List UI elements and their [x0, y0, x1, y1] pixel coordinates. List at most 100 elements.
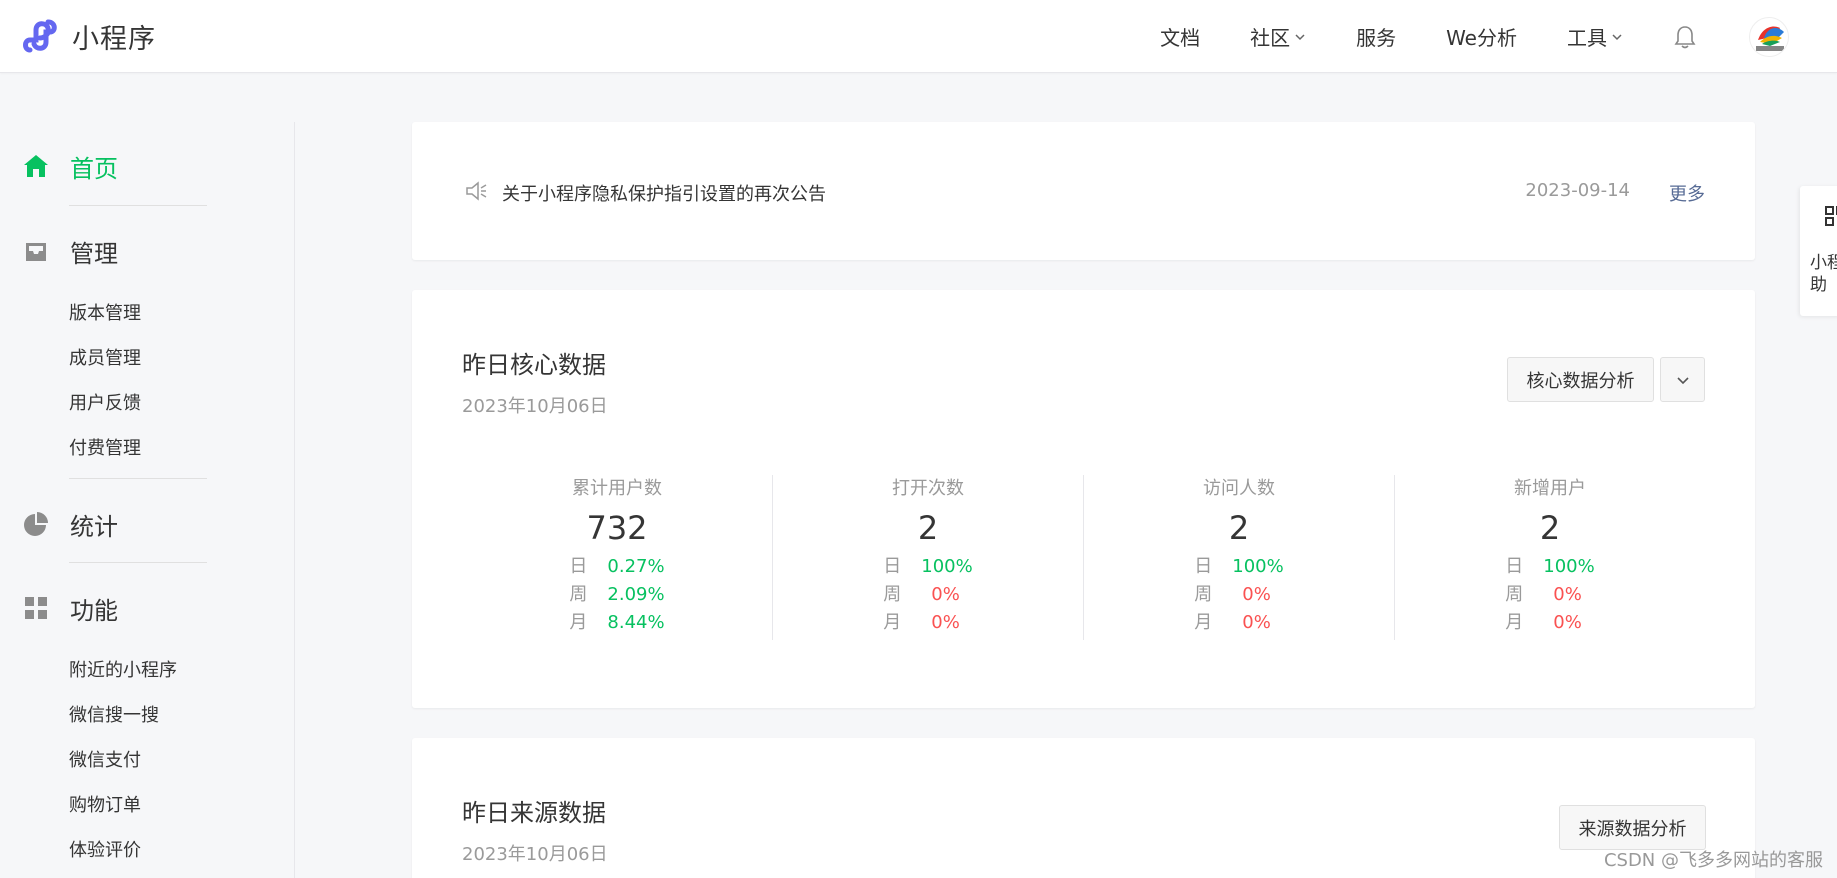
nav-we-analysis-label: We分析	[1446, 26, 1517, 50]
sidebar-group-features: 功能 附近的小程序 微信搜一搜 微信支付 购物订单 体验评价	[0, 588, 295, 873]
stat-total-users: 累计用户数 732 日 0.27% 周 2.09% 月 8.44%	[462, 475, 772, 640]
stat-visitors: 访问人数 2 日 100% 周 0% 月 0%	[1083, 475, 1394, 640]
stat-row-month: 月 8.44%	[569, 609, 664, 637]
top-nav: 文档 社区 服务 We分析 工具	[1160, 0, 1837, 73]
notice-date: 2023-09-14	[1525, 180, 1630, 201]
stat-value: 2	[917, 509, 939, 547]
stat-row-value: 2.09%	[607, 584, 665, 605]
sidebar-item-home[interactable]: 首页	[0, 146, 295, 186]
nav-docs-label: 文档	[1160, 26, 1201, 50]
stat-row-week: 周 0%	[883, 581, 972, 609]
nav-services[interactable]: 服务	[1356, 22, 1396, 51]
stat-row-value: 0%	[931, 612, 960, 633]
notice-text[interactable]: 关于小程序隐私保护指引设置的再次公告	[502, 180, 826, 206]
chevron-down-icon	[1676, 376, 1689, 384]
stat-label: 新增用户	[1514, 478, 1586, 499]
sidebar-item-nearby-miniprogram[interactable]: 附近的小程序	[0, 648, 295, 693]
sidebar-item-payment-manage[interactable]: 付费管理	[0, 426, 295, 471]
stat-row-value: 0.27%	[607, 556, 665, 577]
stat-rows: 日 0.27% 周 2.09% 月 8.44%	[569, 553, 664, 637]
stat-rows: 日 100% 周 0% 月 0%	[1194, 553, 1283, 637]
core-data-date: 2023年10月06日	[462, 396, 608, 417]
nav-docs[interactable]: 文档	[1160, 22, 1200, 51]
stat-row-key: 周	[569, 584, 588, 605]
sidebar-item-shopping-orders[interactable]: 购物订单	[0, 783, 295, 828]
stat-value: 2	[1539, 509, 1561, 547]
divider	[69, 562, 207, 563]
source-data-title: 昨日来源数据	[462, 799, 606, 827]
sidebar-group-home: 首页	[0, 146, 295, 186]
stat-label: 累计用户数	[572, 478, 662, 499]
stat-label: 访问人数	[1203, 478, 1275, 499]
stat-row-key: 月	[569, 612, 588, 633]
sidebar-item-manage-label: 管理	[70, 239, 118, 268]
nav-services-label: 服务	[1356, 26, 1397, 50]
stat-row-key: 日	[1505, 556, 1524, 577]
stat-row-value: 0%	[1242, 584, 1271, 605]
nav-we-analysis[interactable]: We分析	[1446, 22, 1517, 51]
grid-icon	[25, 597, 47, 619]
sidebar-item-member-manage[interactable]: 成员管理	[0, 336, 295, 381]
sidebar-item-features[interactable]: 功能	[0, 588, 295, 628]
stat-value: 2	[1228, 509, 1250, 547]
stat-row-key: 月	[883, 612, 902, 633]
sidebar-item-home-label: 首页	[70, 154, 118, 183]
chevron-down-icon	[1612, 33, 1622, 40]
core-data-analysis-button[interactable]: 核心数据分析	[1507, 357, 1654, 402]
source-data-date: 2023年10月06日	[462, 844, 608, 865]
app-logo[interactable]: 小程序	[22, 16, 156, 56]
stat-row-day: 日 100%	[1505, 553, 1594, 581]
sidebar-group-manage: 管理 版本管理 成员管理 用户反馈 付费管理	[0, 231, 295, 471]
stat-row-key: 日	[569, 556, 588, 577]
app-name: 小程序	[72, 23, 156, 55]
bell-icon[interactable]	[1673, 24, 1697, 50]
sidebar-group-stats: 统计	[0, 504, 295, 544]
stat-value: 732	[586, 509, 648, 547]
notice-more-link[interactable]: 更多	[1669, 180, 1705, 206]
stat-open-count: 打开次数 2 日 100% 周 0% 月 0%	[772, 475, 1083, 640]
stat-row-value: 0%	[1553, 584, 1582, 605]
watermark: CSDN @飞多多网站的客服	[1603, 850, 1823, 871]
notice-card: 关于小程序隐私保护指引设置的再次公告 2023-09-14 更多	[412, 122, 1755, 260]
stat-rows: 日 100% 周 0% 月 0%	[883, 553, 972, 637]
nav-community-label: 社区	[1250, 26, 1291, 50]
stat-row-day: 日 100%	[1194, 553, 1283, 581]
stat-row-value: 100%	[921, 556, 973, 577]
nav-tools[interactable]: 工具	[1567, 22, 1623, 51]
sidebar-item-experience-review[interactable]: 体验评价	[0, 828, 295, 873]
nav-tools-label: 工具	[1567, 26, 1607, 50]
avatar[interactable]	[1749, 16, 1789, 57]
stat-row-value: 100%	[1232, 556, 1284, 577]
core-stats: 累计用户数 732 日 0.27% 周 2.09% 月 8.44% 打开次数 2 日1…	[462, 475, 1705, 640]
sidebar-item-manage[interactable]: 管理	[0, 231, 295, 271]
core-data-dropdown-button[interactable]	[1660, 357, 1705, 402]
sidebar-item-stats[interactable]: 统计	[0, 504, 295, 544]
stat-row-key: 月	[1194, 612, 1213, 633]
qrcode-icon	[1825, 206, 1837, 226]
core-data-title: 昨日核心数据	[462, 351, 606, 379]
stat-label: 打开次数	[892, 478, 964, 499]
stat-row-value: 0%	[1242, 612, 1271, 633]
stat-row-day: 日 100%	[883, 553, 972, 581]
inbox-icon	[26, 243, 46, 261]
stat-row-key: 月	[1505, 612, 1524, 633]
source-data-card: 昨日来源数据 2023年10月06日 来源数据分析	[412, 738, 1755, 878]
stat-row-key: 日	[883, 556, 902, 577]
core-data-card: 昨日核心数据 2023年10月06日 核心数据分析 累计用户数 732 日 0.2…	[412, 290, 1755, 708]
divider	[69, 478, 207, 479]
stat-row-value: 8.44%	[607, 612, 665, 633]
source-data-analysis-button[interactable]: 来源数据分析	[1559, 805, 1706, 850]
sidebar-item-wechat-search[interactable]: 微信搜一搜	[0, 693, 295, 738]
sidebar-item-version-manage[interactable]: 版本管理	[0, 291, 295, 336]
sidebar-item-wechat-pay[interactable]: 微信支付	[0, 738, 295, 783]
pie-chart-icon	[24, 512, 48, 536]
stat-row-month: 月 0%	[883, 609, 972, 637]
sidebar-item-features-label: 功能	[70, 596, 118, 625]
stat-row-key: 周	[883, 584, 902, 605]
stat-row-day: 日 0.27%	[569, 553, 664, 581]
stat-row-value: 0%	[931, 584, 960, 605]
stat-row-key: 日	[1194, 556, 1213, 577]
sidebar-item-user-feedback[interactable]: 用户反馈	[0, 381, 295, 426]
nav-community[interactable]: 社区	[1250, 22, 1306, 51]
miniprogram-helper-float[interactable]: 小程 助	[1800, 186, 1837, 316]
